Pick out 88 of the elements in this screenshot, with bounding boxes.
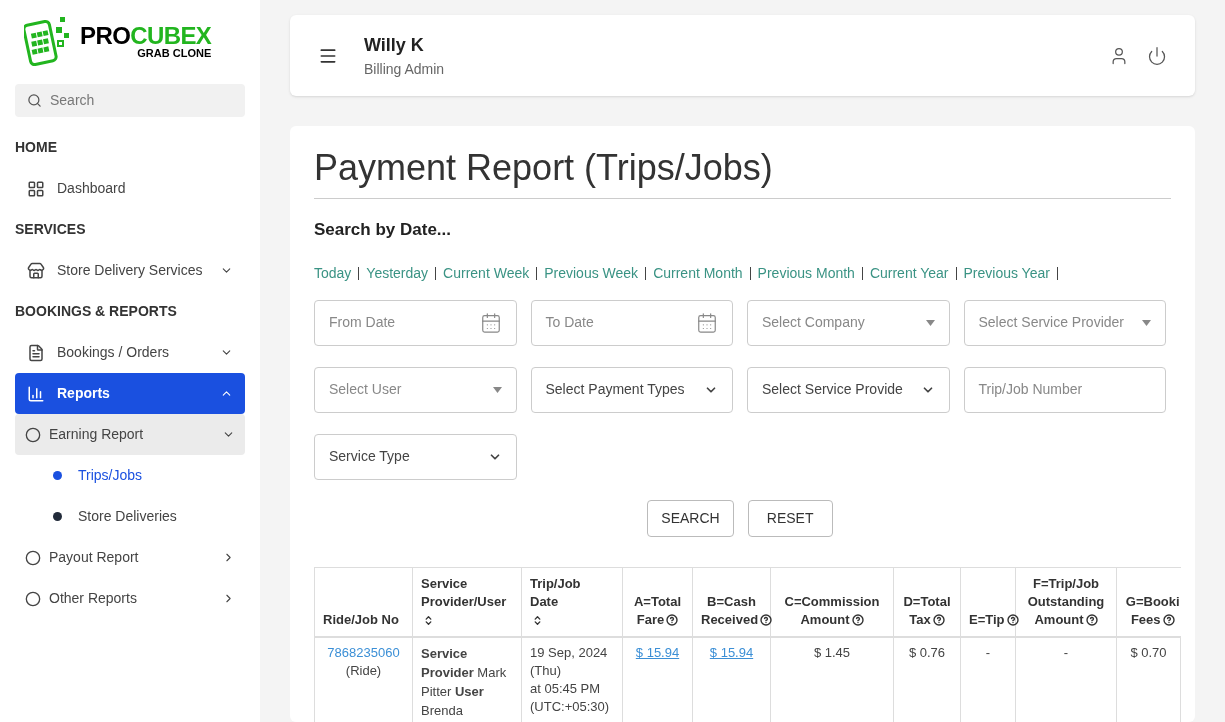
- help-icon: [760, 614, 773, 627]
- nav-leaf[interactable]: Store Deliveries: [15, 496, 245, 537]
- dropdown-icon: [925, 319, 935, 326]
- date-range-link[interactable]: Today: [314, 262, 352, 284]
- nav-item[interactable]: Bookings / Orders: [15, 332, 245, 373]
- amount-link[interactable]: $ 15.94: [635, 644, 680, 660]
- text-field[interactable]: Trip/Job Number: [963, 366, 1166, 413]
- store-icon: [27, 261, 45, 280]
- nav-item[interactable]: Store Delivery Services: [15, 250, 245, 291]
- nav-subitem[interactable]: Earning Report: [15, 414, 245, 455]
- column-header: A=Total Fare: [622, 567, 693, 637]
- date-range-link[interactable]: Previous Year: [963, 262, 1050, 284]
- amount-text: $ 0.70: [1129, 643, 1168, 662]
- section-heading: BOOKINGS & REPORTS: [14, 302, 178, 321]
- date-range-link[interactable]: Previous Week: [544, 262, 639, 284]
- search-field[interactable]: Search: [15, 84, 245, 117]
- help-icon: [1085, 614, 1098, 627]
- amount-text: $ 1.45: [812, 643, 852, 662]
- document-icon: [27, 343, 45, 362]
- column-header: Ride/Job No: [314, 567, 413, 637]
- date-text: at 05:45 PM: [530, 679, 602, 698]
- form-button[interactable]: SEARCH: [647, 499, 734, 537]
- column-header: Service Provider/User: [412, 567, 522, 637]
- column-header: B=Cash Received: [692, 567, 771, 637]
- date-range-link[interactable]: Previous Month: [757, 262, 855, 284]
- bullet-icon: [53, 512, 62, 521]
- dropdown-icon: [1142, 319, 1151, 326]
- logo-icon: [24, 15, 72, 67]
- circle-icon: [25, 426, 41, 443]
- nav-item[interactable]: Dashboard: [15, 168, 245, 209]
- column-header: C=Commission Amount: [770, 567, 894, 637]
- page-title: Payment Report (Trips/Jobs): [314, 146, 1171, 199]
- amount-text: -: [984, 643, 992, 662]
- select-field[interactable]: Select User: [314, 366, 517, 413]
- circle-icon: [25, 590, 41, 607]
- select-field[interactable]: Select Company: [747, 299, 950, 346]
- date-text: 19 Sep, 2024: [530, 643, 609, 662]
- date-text: (Thu): [530, 661, 563, 680]
- nav-subitem[interactable]: Payout Report: [15, 537, 245, 578]
- form-button[interactable]: RESET: [747, 499, 833, 537]
- search-icon: [27, 93, 42, 108]
- help-icon: [1006, 614, 1019, 627]
- sort-icon[interactable]: [532, 614, 543, 626]
- help-icon: [932, 614, 945, 627]
- help-icon: [1162, 614, 1175, 627]
- column-header: D=Total Tax: [893, 567, 961, 637]
- amount-link[interactable]: $ 15.94: [709, 644, 754, 660]
- date-range-link[interactable]: Yesterday: [366, 262, 429, 284]
- select-field[interactable]: Select Service Provide: [747, 366, 950, 413]
- select-field[interactable]: Select Payment Types: [530, 366, 733, 413]
- ride-type: (Ride): [344, 661, 383, 680]
- calendar-icon: [696, 311, 718, 334]
- amount-text: -: [1062, 643, 1070, 662]
- select-field[interactable]: Service Type: [314, 433, 517, 480]
- nav-leaf[interactable]: Trips/Jobs: [15, 455, 245, 496]
- ride-link[interactable]: 7868235060: [327, 644, 400, 660]
- user-role: Billing Admin: [364, 59, 445, 79]
- help-icon: [666, 614, 679, 627]
- bullet-icon: [53, 471, 62, 480]
- calendar-icon: [479, 311, 502, 334]
- bar-chart-icon: [27, 384, 45, 403]
- search-heading: Search by Date...: [314, 219, 452, 241]
- column-header: E=Tip: [960, 567, 1016, 637]
- section-heading: HOME: [14, 138, 58, 157]
- dropdown-icon: [492, 386, 502, 393]
- circle-icon: [25, 549, 41, 566]
- provider-text: Service Provider Mark Pitter User Brenda: [421, 645, 507, 718]
- sort-icon[interactable]: [423, 614, 434, 626]
- date-range-link[interactable]: Current Week: [443, 262, 530, 284]
- logo-text: PROCUBEX: [80, 23, 212, 48]
- date-field[interactable]: From Date: [314, 299, 517, 346]
- amount-text: $ 0.76: [907, 643, 947, 662]
- date-range-link[interactable]: Current Month: [653, 262, 743, 284]
- nav-item[interactable]: Reports: [15, 373, 245, 414]
- section-heading: SERVICES: [14, 220, 87, 239]
- help-icon: [851, 614, 864, 627]
- power-icon[interactable]: [1147, 45, 1167, 66]
- grid-icon: [27, 179, 45, 198]
- user-name: Willy K: [364, 33, 425, 57]
- select-field[interactable]: Select Service Provider: [963, 299, 1166, 346]
- column-header: F=Trip/Job Outstanding Amount: [1015, 567, 1117, 637]
- date-range-link[interactable]: Current Year: [869, 262, 949, 284]
- column-header: Trip/Job Date: [521, 567, 623, 637]
- column-header: G=Booki Fees: [1116, 567, 1181, 637]
- nav-subitem[interactable]: Other Reports: [15, 578, 245, 619]
- date-text: (UTC:+05:30): [530, 697, 611, 716]
- date-field[interactable]: To Date: [530, 299, 733, 346]
- logo-tagline: GRAB CLONE: [137, 47, 212, 59]
